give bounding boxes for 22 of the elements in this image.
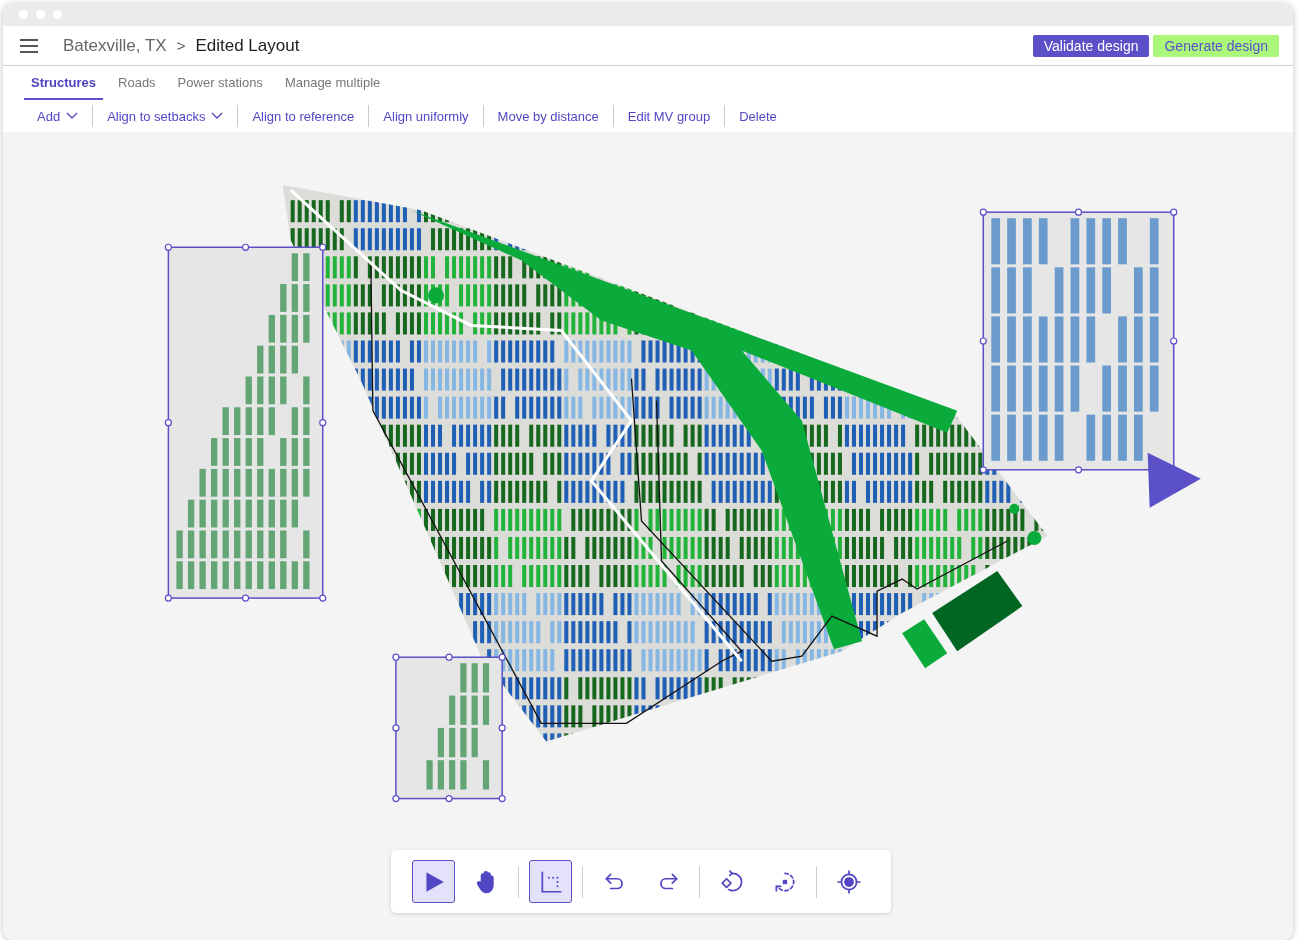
chevron-down-icon <box>211 112 224 120</box>
breadcrumb-separator: > <box>176 37 186 54</box>
action-link[interactable]: Delete <box>725 108 791 124</box>
tab[interactable]: Roads <box>111 66 163 100</box>
tool-button[interactable] <box>412 860 455 903</box>
validate-button[interactable]: Validate design <box>1032 34 1150 57</box>
tool-button[interactable] <box>529 860 572 903</box>
action-link[interactable]: Align to reference <box>238 108 369 124</box>
menu-icon[interactable] <box>19 37 39 54</box>
dropdown-button[interactable]: Align to setbacks <box>93 108 238 124</box>
page-title: Edited Layout <box>195 35 300 56</box>
breadcrumb-link[interactable]: Batexville, TX <box>63 35 167 56</box>
action-link[interactable]: Align uniformly <box>369 108 483 124</box>
generate-button[interactable]: Generate design <box>1153 34 1279 57</box>
action-link[interactable]: Edit MV group <box>613 108 725 124</box>
chevron-down-icon <box>66 112 79 120</box>
action-link[interactable]: Move by distance <box>483 108 613 124</box>
tab[interactable]: Structures <box>24 66 104 100</box>
tab[interactable]: Power stations <box>170 66 270 100</box>
target-icon <box>835 868 862 895</box>
tab[interactable]: Manage multiple <box>277 66 388 100</box>
dropdown-button[interactable]: Add <box>23 108 93 124</box>
